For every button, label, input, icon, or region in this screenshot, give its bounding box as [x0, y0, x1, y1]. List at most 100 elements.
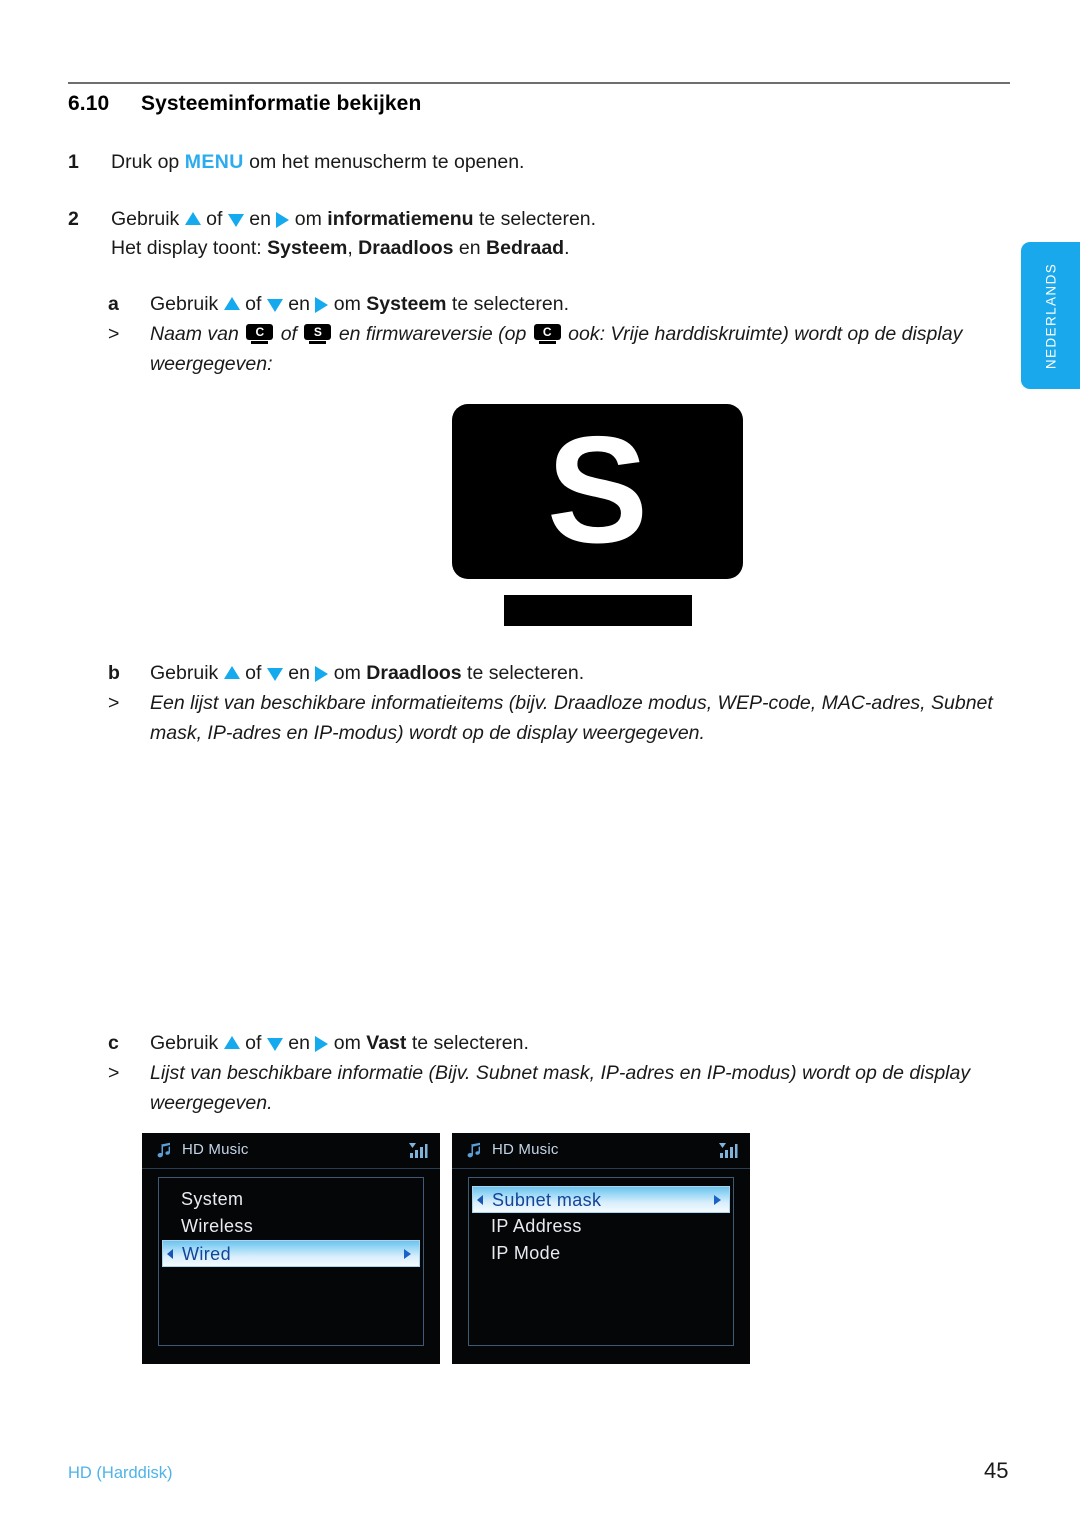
substep-b: b Gebruik of en om Draadloos te selecter… — [108, 659, 1008, 688]
step-2-line2-pre: Het display toont: — [111, 237, 268, 259]
substep-c-bold: Vast — [366, 1032, 407, 1054]
signal-strength-icon — [718, 1142, 738, 1160]
down-arrow-icon — [266, 668, 283, 682]
substep-b-marker: b — [108, 662, 120, 684]
lcd-menu-item-label: Wired — [182, 1244, 232, 1264]
step-2-line1-en: en — [243, 208, 277, 230]
lcd-title-text: HD Music — [182, 1141, 249, 1158]
substep-c-of: of — [239, 1032, 267, 1054]
substep-a-post: te selecteren. — [446, 293, 569, 315]
up-arrow-icon — [223, 666, 240, 680]
substep-a-pre: Gebruik — [150, 293, 224, 315]
footer-section-label: HD (Harddisk) — [68, 1464, 173, 1482]
right-arrow-icon — [404, 1249, 411, 1259]
substep-b-post: te selecteren. — [461, 662, 585, 684]
substep-b-bold: Draadloos — [366, 662, 462, 684]
note-a: > Naam van C of S en firmwareversie (op … — [108, 320, 1008, 379]
lcd-screenshot-wired-menu: HD Music System Wireless Wired — [142, 1133, 440, 1364]
device-badge-letter: C — [246, 324, 274, 340]
substep-a-of: of — [239, 293, 267, 315]
up-arrow-icon — [223, 297, 240, 311]
device-badge-stand — [309, 341, 327, 344]
step-2-line2-sep-1: , — [347, 237, 359, 259]
down-arrow-icon — [266, 299, 283, 313]
note-c: > Lijst van beschikbare informatie (Bijv… — [108, 1059, 998, 1118]
step-2-line2-bold-2: Draadloos — [358, 237, 454, 259]
right-arrow-icon — [276, 211, 290, 228]
up-arrow-icon — [184, 212, 201, 226]
note-b-text: Een lijst van beschikbare informatieitem… — [150, 692, 993, 744]
device-badge-c-icon: C — [246, 324, 274, 344]
lcd-menu-list: Subnet mask IP Address IP Mode — [468, 1177, 734, 1346]
substep-b-om: om — [328, 662, 367, 684]
substep-a-bold: Systeem — [366, 293, 447, 315]
device-stand — [504, 595, 692, 626]
device-badge-letter: S — [304, 324, 332, 340]
right-arrow-icon — [714, 1195, 721, 1205]
down-arrow-icon — [227, 214, 244, 228]
left-arrow-icon — [477, 1195, 483, 1205]
step-2-line2-bold-3: Bedraad — [486, 237, 565, 259]
note-a-bullet: > — [108, 323, 120, 345]
step-2-marker: 2 — [68, 208, 79, 230]
substep-b-of: of — [239, 662, 267, 684]
substep-c-om: om — [328, 1032, 367, 1054]
lcd-title-bar: HD Music — [452, 1133, 750, 1169]
device-badge-letter: C — [533, 324, 561, 340]
step-2-line1-of: of — [200, 208, 228, 230]
lcd-menu-item[interactable]: Wireless — [159, 1213, 423, 1240]
step-1-text-pre: Druk op — [111, 151, 185, 173]
note-b-bullet: > — [108, 692, 120, 714]
substep-a-en: en — [282, 293, 316, 315]
substep-c-marker: c — [108, 1032, 119, 1054]
step-1: 1 Druk op MENU om het menuscherm te open… — [68, 148, 868, 177]
left-arrow-icon — [167, 1249, 173, 1259]
note-c-bullet: > — [108, 1062, 120, 1084]
step-1-marker: 1 — [68, 151, 79, 173]
device-badge-stand — [251, 341, 269, 344]
music-note-icon — [464, 1141, 484, 1161]
step-1-text-post: om het menuscherm te openen. — [243, 151, 525, 173]
substep-b-en: en — [282, 662, 316, 684]
menu-keyword: MENU — [184, 151, 244, 173]
lcd-menu-item[interactable]: System — [159, 1186, 423, 1213]
section-number: 6.10 — [68, 92, 110, 115]
step-2-line1-pre: Gebruik — [111, 208, 185, 230]
substep-c-post: te selecteren. — [406, 1032, 529, 1054]
substep-c-pre: Gebruik — [150, 1032, 224, 1054]
device-figure-s: S — [452, 404, 743, 626]
page-title: 6.10 Systeeminformatie bekijken — [68, 92, 421, 116]
language-side-tab: NEDERLANDS — [1021, 242, 1080, 389]
substep-a-marker: a — [108, 293, 119, 315]
note-a-text-1: Naam van — [150, 323, 245, 345]
substep-b-pre: Gebruik — [150, 662, 224, 684]
step-2: 2 Gebruik of en om informatiemenu te sel… — [68, 205, 968, 263]
right-arrow-icon — [315, 296, 329, 313]
header-divider — [68, 82, 1010, 84]
substep-a-om: om — [328, 293, 367, 315]
lcd-menu-item[interactable]: IP Address — [469, 1213, 733, 1240]
step-2-line2-sep-2: en — [453, 237, 487, 259]
lcd-menu-list: System Wireless Wired — [158, 1177, 424, 1346]
note-a-text-2: of — [275, 323, 303, 345]
note-a-text-3: en firmwareversie (op — [333, 323, 532, 345]
device-badge-stand — [538, 341, 556, 344]
up-arrow-icon — [223, 1036, 240, 1050]
lcd-menu-item[interactable]: IP Mode — [469, 1240, 733, 1267]
step-2-line1-bold: informatiemenu — [327, 208, 474, 230]
substep-a: a Gebruik of en om Systeem te selecteren… — [108, 290, 968, 319]
substep-c: c Gebruik of en om Vast te selecteren. — [108, 1029, 1008, 1058]
device-badge-s-icon: S — [304, 324, 332, 344]
step-2-line2-bold-1: Systeem — [267, 237, 348, 259]
signal-strength-icon — [408, 1142, 428, 1160]
step-2-line1-om: om — [289, 208, 328, 230]
lcd-menu-item-selected[interactable]: Wired — [162, 1240, 420, 1267]
lcd-screenshot-wired-info: HD Music Subnet mask IP Address IP Mode — [452, 1133, 750, 1364]
lcd-menu-item-selected[interactable]: Subnet mask — [472, 1186, 730, 1213]
right-arrow-icon — [315, 1035, 329, 1052]
lcd-title-bar: HD Music — [142, 1133, 440, 1169]
lcd-menu-item-label: Subnet mask — [492, 1190, 602, 1210]
lcd-title-text: HD Music — [492, 1141, 559, 1158]
section-title: Systeeminformatie bekijken — [141, 92, 422, 115]
music-note-icon — [154, 1141, 174, 1161]
